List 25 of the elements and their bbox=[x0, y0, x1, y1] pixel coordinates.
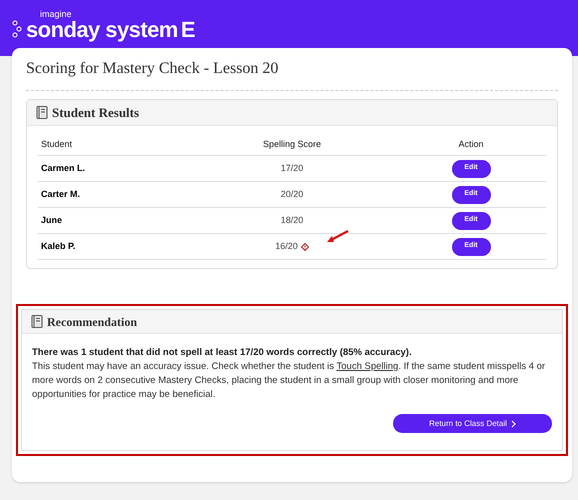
brand-suffix: E bbox=[180, 19, 196, 41]
return-button[interactable]: Return to Class Detail bbox=[393, 414, 552, 433]
column-header: Student bbox=[40, 138, 72, 151]
brand-name: sonday system bbox=[26, 19, 178, 41]
score-text: 18/20 bbox=[280, 214, 304, 227]
column-header: Spelling Score bbox=[262, 138, 322, 151]
chevron-right-icon bbox=[510, 420, 516, 428]
student-name: Carmen L. bbox=[40, 162, 86, 175]
brand-tagline: imagine bbox=[40, 10, 73, 19]
student-name: Carter M. bbox=[40, 188, 80, 201]
panel-title: Recommendation bbox=[47, 314, 137, 330]
recommendation-text: This student may have an accuracy issue. Check whether the student is Touch Spelling. If the same student misspells 4 or more words on 2 consecutive Mastery Checks, placing the student in a small group with closer monitoring and more opportunities for practice may be beneficial. bbox=[32, 360, 546, 402]
score-text: 16/20 bbox=[275, 240, 298, 253]
summary-text: There was 1 student that did not spell at least 17/20 words correctly (85% accuracy). bbox=[32, 346, 413, 360]
score-text: 17/20 bbox=[280, 162, 304, 175]
column-header: Action bbox=[458, 138, 484, 151]
student-name: Kaleb P. bbox=[40, 240, 76, 253]
student-name: June bbox=[40, 214, 62, 227]
book-icon bbox=[36, 106, 48, 119]
touch-spelling-link[interactable]: Touch Spelling bbox=[336, 361, 398, 372]
logo-icon bbox=[12, 20, 22, 40]
page-title: Scoring for Mastery Check - Lesson 20 bbox=[26, 59, 278, 79]
panel-title: Student Results bbox=[52, 104, 140, 122]
score-text: 20/20 bbox=[280, 188, 304, 201]
book-icon bbox=[31, 315, 43, 328]
